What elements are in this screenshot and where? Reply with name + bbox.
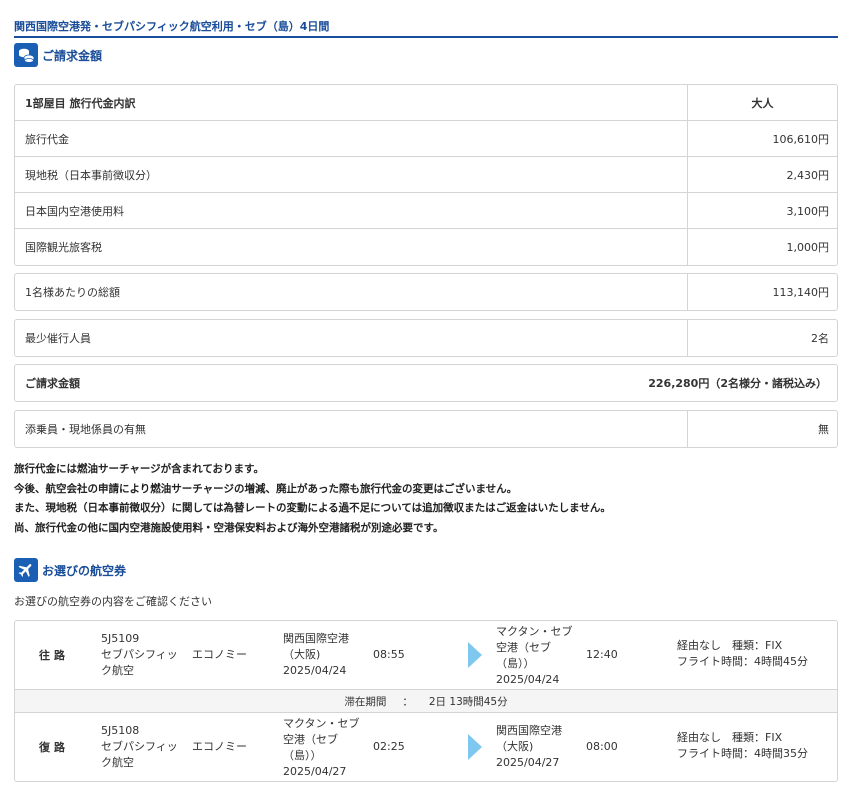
table-row: 1名様あたりの総額 113,140円: [15, 274, 837, 310]
note-line: また、現地税（日本事前徴収分）に関しては為替レートの変動による過不足については追…: [14, 502, 611, 514]
arrival-date: 2025/04/27: [496, 756, 560, 769]
departure-info: 関西国際空港 （大阪) 2025/04/24: [283, 631, 349, 679]
stay-duration-bar: 滞在期間 ： 2日 13時間45分: [15, 689, 837, 713]
note-line: 尚、旅行代金の他に国内空港施設使用料・空港保安料および海外空港諸税が別途必要です…: [14, 521, 444, 534]
flight-subtext: お選びの航空券の内容をご確認ください: [14, 595, 212, 608]
flight-details: 経由なし 種類：FIX フライト時間：4時間35分: [677, 730, 808, 762]
flight-details: 経由なし 種類：FIX フライト時間：4時間45分: [677, 638, 808, 670]
item-value: 3,100円: [687, 193, 837, 228]
flight-number: 5J5109: [101, 632, 140, 645]
departure-time: 08:55: [373, 648, 405, 661]
item-value: 1,000円: [687, 229, 837, 265]
arrival-airport-cont: （島））: [496, 657, 535, 670]
stay-colon: ：: [402, 695, 413, 708]
route-and-fare-type: 経由なし 種類：FIX: [677, 639, 783, 652]
departure-info: マクタン・セブ 空港（セブ （島）） 2025/04/27: [283, 716, 360, 780]
flight-duration: フライト時間：4時間45分: [677, 655, 808, 668]
total-value: 226,280円（2名様分・諸税込み）: [648, 377, 827, 390]
airline-name-cont: ク航空: [101, 756, 134, 769]
outbound-direction: 往路: [39, 649, 69, 662]
item-label: 国際観光旅客税: [25, 241, 102, 254]
note-line: 今後、航空会社の申請により燃油サーチャージの増減、廃止があった際も旅行代金の変更…: [14, 482, 518, 495]
departure-airport-cont: （島））: [283, 749, 322, 762]
departure-airport-cont: 空港（セブ: [283, 733, 338, 746]
outbound-flight-info: 5J5109 セブパシフィッ ク航空: [101, 631, 185, 679]
item-value: 2,430円: [687, 157, 837, 192]
page: 関西国際空港発・セブパシフィック航空利用・セブ（島）4日間 ご請求金額 1部屋目…: [14, 0, 838, 782]
route-and-fare-type: 経由なし 種類：FIX: [677, 731, 783, 744]
arrival-airport-cont: （大阪): [496, 740, 534, 753]
airline-name: セブパシフィッ: [101, 648, 178, 661]
departure-airport: マクタン・セブ: [283, 717, 360, 730]
min-participants-value: 2名: [687, 320, 837, 356]
arrow-right-icon: [468, 734, 482, 760]
seat-class: エコノミー: [192, 740, 247, 753]
table-row: 最少催行人員 2名: [15, 320, 837, 356]
stay-value: 2日 13時間45分: [428, 695, 508, 708]
escort-label: 添乗員・現地係員の有無: [25, 423, 146, 436]
table-row: 旅行代金 106,610円: [15, 121, 837, 157]
table-row: 現地税（日本事前徴収分） 2,430円: [15, 157, 837, 193]
seat-class: エコノミー: [192, 648, 247, 661]
minimum-participants-box: 最少催行人員 2名: [14, 319, 838, 357]
departure-date: 2025/04/24: [283, 664, 347, 677]
departure-time: 02:25: [373, 740, 405, 753]
arrival-airport: マクタン・セブ: [496, 625, 573, 638]
note-line: 旅行代金には燃油サーチャージが含まれております。: [14, 463, 265, 475]
airline-name-cont: ク航空: [101, 664, 134, 677]
arrival-info: マクタン・セブ 空港（セブ （島）） 2025/04/24: [496, 624, 573, 688]
per-person-value: 113,140円: [687, 274, 837, 310]
billing-section-header: ご請求金額: [14, 40, 838, 70]
coins-icon: [14, 43, 38, 67]
trip-title: 関西国際空港発・セブパシフィック航空利用・セブ（島）4日間: [14, 0, 838, 38]
flight-table: 往路 5J5109 セブパシフィッ ク航空 エコノミー 関西国際空港 （大阪) …: [14, 620, 838, 782]
adult-column-header: 大人: [687, 85, 837, 120]
table-row: 日本国内空港使用料 3,100円: [15, 193, 837, 229]
escort-box: 添乗員・現地係員の有無 無: [14, 410, 838, 448]
departure-airport: 関西国際空港: [283, 632, 349, 645]
arrival-info: 関西国際空港 （大阪) 2025/04/27: [496, 723, 562, 771]
airplane-icon: [14, 558, 38, 582]
flight-heading: お選びの航空券: [42, 563, 127, 578]
return-flight-row: 復路 5J5108 セブパシフィッ ク航空 エコノミー マクタン・セブ 空港（セ…: [15, 713, 837, 781]
outbound-flight-row: 往路 5J5109 セブパシフィッ ク航空 エコノミー 関西国際空港 （大阪) …: [15, 621, 837, 689]
escort-value: 無: [687, 411, 837, 447]
table-row: ご請求金額 226,280円（2名様分・諸税込み）: [15, 365, 837, 401]
arrival-airport-cont: 空港（セブ: [496, 641, 551, 654]
breakdown-header-label: 1部屋目 旅行代金内訳: [25, 96, 136, 110]
fee-notes: 旅行代金には燃油サーチャージが含まれております。 今後、航空会社の申請により燃油…: [14, 460, 611, 538]
billing-total-box: ご請求金額 226,280円（2名様分・諸税込み）: [14, 364, 838, 402]
per-person-total-box: 1名様あたりの総額 113,140円: [14, 273, 838, 311]
arrival-date: 2025/04/24: [496, 673, 560, 686]
arrival-time: 08:00: [586, 740, 618, 753]
airline-name: セブパシフィッ: [101, 740, 178, 753]
min-participants-label: 最少催行人員: [25, 332, 91, 345]
stay-label: 滞在期間: [344, 695, 387, 708]
flight-number: 5J5108: [101, 724, 140, 737]
return-direction: 復路: [39, 741, 69, 754]
flight-section-header: お選びの航空券: [14, 555, 126, 585]
departure-date: 2025/04/27: [283, 765, 347, 778]
table-header-row: 1部屋目 旅行代金内訳 大人: [15, 85, 837, 121]
item-label: 現地税（日本事前徴収分）: [25, 168, 157, 182]
table-row: 国際観光旅客税 1,000円: [15, 229, 837, 265]
departure-airport-cont: （大阪): [283, 648, 321, 661]
item-label: 日本国内空港使用料: [25, 204, 124, 218]
billing-heading: ご請求金額: [42, 48, 103, 63]
item-label: 旅行代金: [25, 132, 69, 146]
per-person-label: 1名様あたりの総額: [25, 286, 120, 299]
return-flight-info: 5J5108 セブパシフィッ ク航空: [101, 723, 185, 771]
arrow-right-icon: [468, 642, 482, 668]
item-value: 106,610円: [687, 121, 837, 156]
table-row: 添乗員・現地係員の有無 無: [15, 411, 837, 447]
arrival-airport: 関西国際空港: [496, 724, 562, 737]
total-label: ご請求金額: [25, 377, 80, 390]
flight-duration: フライト時間：4時間35分: [677, 747, 808, 760]
price-breakdown-table: 1部屋目 旅行代金内訳 大人 旅行代金 106,610円 現地税（日本事前徴収分…: [14, 84, 838, 266]
arrival-time: 12:40: [586, 648, 618, 661]
